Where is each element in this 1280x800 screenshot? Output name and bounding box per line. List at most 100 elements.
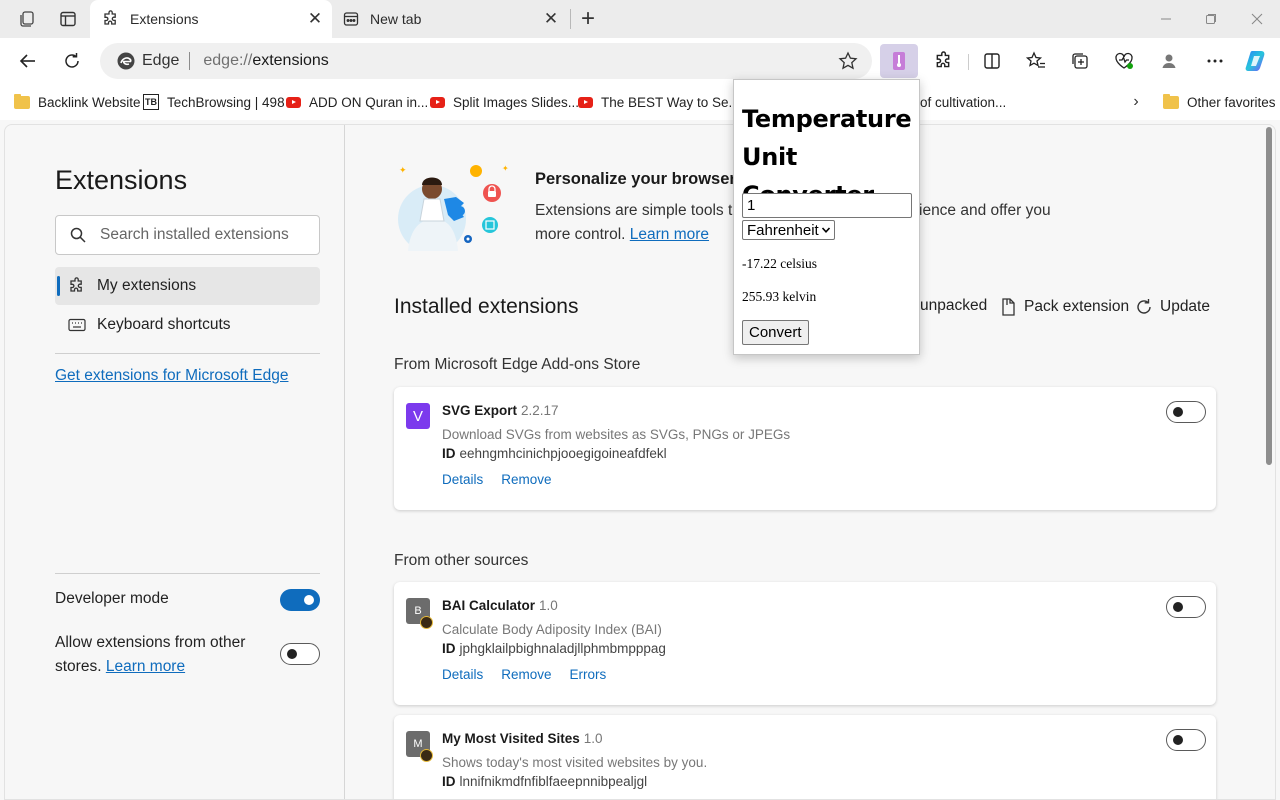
- site-label: Edge: [142, 52, 180, 69]
- browser-essentials-button[interactable]: [1109, 46, 1139, 76]
- pack-extension-button[interactable]: Pack extension: [998, 297, 1129, 317]
- favorite-add-on-quran[interactable]: ADD ON Quran in...: [285, 92, 428, 112]
- installed-extensions-title: Installed extensions: [394, 295, 579, 318]
- allow-other-stores-toggle[interactable]: [280, 643, 320, 665]
- favorite-backlink-website[interactable]: Backlink Website: [14, 92, 141, 112]
- chevron-right-icon[interactable]: ›: [1126, 92, 1146, 112]
- extension-enable-toggle[interactable]: [1166, 729, 1206, 751]
- errors-link[interactable]: Errors: [570, 667, 607, 682]
- allow-other-stores-label: Allow extensions from other stores. Lear…: [55, 634, 246, 675]
- extension-id: ID lnnifnikmdfnfiblfaeepnnibpealjgl: [442, 774, 648, 789]
- tab-strip: Extensions ✕ New tab ✕ +: [0, 0, 1280, 38]
- extension-id: ID eehngmhcinichpjooegigoineafdfekl: [442, 446, 667, 461]
- extensions-page: Extensions Search installed extensions M…: [4, 124, 1276, 800]
- puzzle-icon: [67, 277, 87, 295]
- edge-logo-icon: [117, 52, 135, 70]
- folder-icon: [1163, 93, 1179, 109]
- collections-icon: [1072, 53, 1088, 69]
- favorite-split-images[interactable]: Split Images Slides...: [429, 92, 579, 112]
- extension-enable-toggle[interactable]: [1166, 401, 1206, 423]
- extension-links: Details Remove Errors: [442, 667, 606, 682]
- load-unpacked-button[interactable]: unpacked: [920, 297, 987, 315]
- tab-close-icon[interactable]: ✕: [542, 9, 560, 28]
- keyboard-icon: [67, 316, 87, 334]
- restore-icon[interactable]: [1199, 8, 1223, 30]
- split-screen-button[interactable]: [977, 46, 1007, 76]
- developer-mode-toggle[interactable]: [280, 589, 320, 611]
- favorite-best-way[interactable]: The BEST Way to Se...: [577, 92, 740, 112]
- remove-link[interactable]: Remove: [501, 472, 551, 487]
- section-label-other: From other sources: [394, 552, 529, 569]
- url-text[interactable]: edge://extensions: [203, 52, 328, 70]
- learn-more-link[interactable]: Learn more: [106, 658, 185, 675]
- extension-description: Shows today's most visited websites by y…: [442, 755, 708, 770]
- svg-text:✦: ✦: [399, 166, 407, 176]
- personalize-illustration: ✦ ✦: [398, 164, 509, 251]
- extension-card-bai-calculator: B BAI Calculator 1.0 Calculate Body Adipo…: [394, 582, 1216, 705]
- minimize-icon[interactable]: [1154, 8, 1178, 30]
- svg-export-icon: V: [406, 403, 430, 429]
- unit-select[interactable]: Fahrenheit: [742, 220, 835, 240]
- search-placeholder: Search installed extensions: [100, 226, 289, 243]
- split-screen-icon: [984, 53, 1000, 69]
- extension-description: Calculate Body Adiposity Index (BAI): [442, 622, 662, 637]
- extension-card-svg-export: V SVG Export 2.2.17 Download SVGs from we…: [394, 387, 1216, 510]
- convert-button[interactable]: Convert: [742, 320, 809, 345]
- new-tab-button[interactable]: +: [576, 5, 600, 32]
- sidebar-divider: [55, 573, 320, 574]
- extension-card-most-visited: M My Most Visited Sites 1.0 Shows today's…: [394, 715, 1216, 799]
- extension-links: Details Remove: [442, 472, 552, 487]
- sidebar: Extensions Search installed extensions M…: [5, 125, 345, 799]
- page-title: Extensions: [55, 165, 188, 195]
- tab-separator: [570, 9, 571, 29]
- favorite-star-icon[interactable]: [838, 51, 858, 71]
- vertical-tabs-icon[interactable]: [53, 6, 83, 32]
- extensions-button[interactable]: [929, 46, 959, 76]
- arrow-left-icon: [19, 54, 35, 68]
- toolbar-separator: [968, 54, 969, 70]
- temperature-converter-popup: Temperature Unit Converter Fahrenheit -1…: [733, 79, 920, 355]
- hero-learn-more-link[interactable]: Learn more: [630, 226, 709, 243]
- sidebar-item-my-extensions[interactable]: My extensions: [55, 267, 320, 305]
- more-dots-icon: [1207, 59, 1223, 63]
- address-bar[interactable]: Edge edge://extensions: [100, 43, 872, 79]
- celsius-result: -17.22 celsius: [742, 256, 817, 271]
- back-button[interactable]: [13, 46, 43, 76]
- tab-title: Extensions: [130, 11, 199, 27]
- youtube-icon: [577, 96, 593, 108]
- avatar-icon: [1162, 54, 1176, 68]
- refresh-icon: [1137, 299, 1151, 314]
- scrollbar-thumb[interactable]: [1266, 127, 1272, 465]
- update-button[interactable]: Update: [1134, 297, 1210, 317]
- settings-more-button[interactable]: [1200, 46, 1230, 76]
- favorite-techbrowsing[interactable]: TB TechBrowsing | 498: [143, 92, 285, 112]
- get-extensions-link[interactable]: Get extensions for Microsoft Edge: [55, 367, 288, 385]
- sidebar-item-keyboard-shortcuts[interactable]: Keyboard shortcuts: [55, 306, 320, 344]
- details-link[interactable]: Details: [442, 472, 483, 487]
- chevron-down-icon: [821, 227, 830, 233]
- tab-extensions[interactable]: Extensions ✕: [90, 0, 332, 38]
- youtube-icon: [429, 96, 445, 108]
- temperature-input[interactable]: [742, 193, 912, 218]
- other-favorites[interactable]: Other favorites: [1163, 92, 1276, 112]
- details-link[interactable]: Details: [442, 667, 483, 682]
- tab-close-icon[interactable]: ✕: [306, 9, 324, 28]
- remove-link[interactable]: Remove: [501, 667, 551, 682]
- extension-name: My Most Visited Sites 1.0: [442, 731, 603, 746]
- workspaces-icon[interactable]: [12, 6, 42, 32]
- section-label-store: From Microsoft Edge Add-ons Store: [394, 356, 641, 373]
- scrollbar[interactable]: [1265, 125, 1273, 799]
- collections-button[interactable]: [1065, 46, 1095, 76]
- tab-new-tab[interactable]: New tab ✕: [334, 0, 568, 38]
- copilot-icon[interactable]: [1243, 48, 1269, 74]
- temperature-converter-extension-button[interactable]: [880, 44, 918, 78]
- techbrowsing-icon: TB: [143, 94, 159, 110]
- extension-description: Download SVGs from websites as SVGs, PNG…: [442, 427, 791, 442]
- close-window-icon[interactable]: [1245, 8, 1269, 30]
- youtube-icon: [285, 96, 301, 108]
- search-input[interactable]: Search installed extensions: [55, 215, 320, 255]
- profile-button[interactable]: [1154, 46, 1184, 76]
- refresh-button[interactable]: [57, 46, 87, 76]
- favorites-button[interactable]: [1021, 46, 1051, 76]
- extension-enable-toggle[interactable]: [1166, 596, 1206, 618]
